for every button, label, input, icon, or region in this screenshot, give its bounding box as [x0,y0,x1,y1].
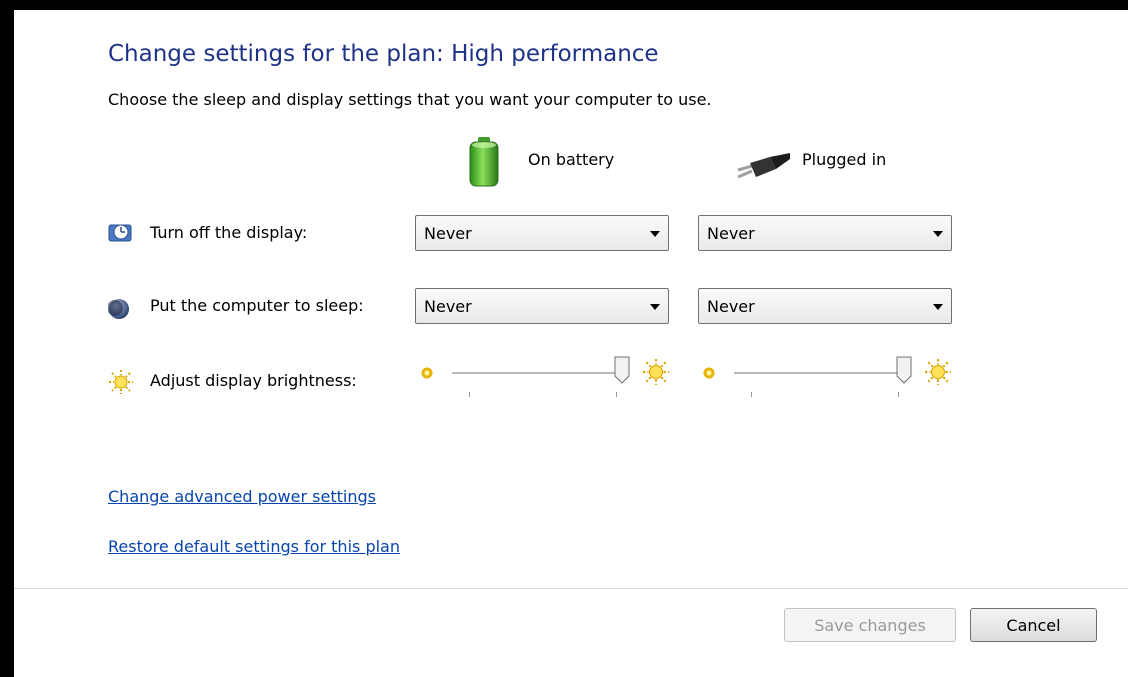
slider-tick [469,392,470,397]
slider-tick [898,392,899,397]
column-plugged-in: Plugged in [802,150,887,169]
dim-brightness-icon [703,367,715,379]
slider-thumb[interactable] [896,356,912,384]
column-on-battery: On battery [528,150,615,169]
slider-track [452,372,622,375]
sleep-moon-icon [108,299,129,319]
chevron-down-icon [650,231,660,237]
battery-icon [469,137,499,187]
dim-brightness-icon [421,367,433,379]
page-title: Change settings for the plan: High perfo… [108,41,659,67]
display-timeout-battery-select[interactable]: Never [415,215,669,251]
bright-brightness-icon [925,359,951,385]
display-timeout-label: Turn off the display: [150,223,308,242]
save-changes-button[interactable]: Save changes [784,608,956,642]
advanced-power-settings-link[interactable]: Change advanced power settings [108,487,376,506]
footer-divider [14,588,1128,589]
sleep-timeout-plugged-select[interactable]: Never [698,288,952,324]
sleep-timeout-label: Put the computer to sleep: [150,296,364,315]
slider-track [734,372,904,375]
cancel-button[interactable]: Cancel [970,608,1097,642]
display-timeout-plugged-select[interactable]: Never [698,215,952,251]
chevron-down-icon [933,231,943,237]
display-timer-icon [108,224,132,242]
brightness-battery-slider[interactable] [420,356,680,406]
slider-tick [751,392,752,397]
page-subtitle: Choose the sleep and display settings th… [108,90,712,109]
slider-thumb[interactable] [614,356,630,384]
brightness-label: Adjust display brightness: [150,371,357,390]
power-plan-settings-window: Change settings for the plan: High perfo… [14,10,1128,677]
slider-tick [616,392,617,397]
brightness-sun-icon [109,370,133,394]
sleep-timeout-battery-select[interactable]: Never [415,288,669,324]
chevron-down-icon [933,304,943,310]
restore-defaults-link[interactable]: Restore default settings for this plan [108,537,400,556]
bright-brightness-icon [643,359,669,385]
chevron-down-icon [650,304,660,310]
brightness-plugged-slider[interactable] [702,356,962,406]
power-plug-icon [737,153,790,179]
